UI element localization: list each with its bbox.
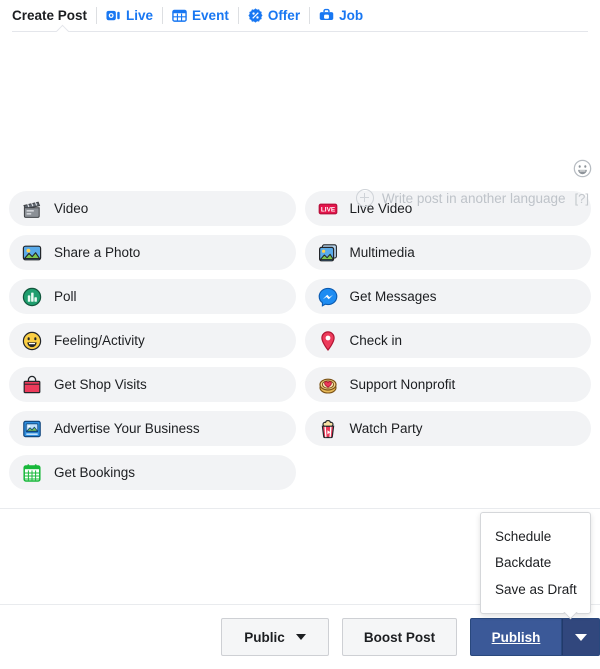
tab-create-post[interactable]: Create Post [12, 9, 96, 23]
publish-button-label: Publish [491, 629, 541, 645]
messenger-icon [317, 286, 339, 308]
clapperboard-icon [21, 198, 43, 220]
smiley-face-icon[interactable] [573, 159, 592, 178]
menu-item-schedule[interactable]: Schedule [481, 524, 590, 550]
write-in-another-language-row[interactable]: Write post in another language [?] [355, 189, 589, 207]
tab-live-label: Live [126, 7, 154, 23]
option-multimedia[interactable]: Multimedia [304, 235, 591, 270]
publish-button[interactable]: Publish [470, 618, 562, 656]
tab-live[interactable]: Live [96, 7, 162, 24]
tab-create-post-label: Create Post [12, 7, 88, 23]
option-watch-party-label: Watch Party [349, 420, 423, 436]
tab-event[interactable]: Event [162, 7, 238, 24]
publish-dropdown-button[interactable] [562, 618, 600, 656]
publish-options-menu: Schedule Backdate Save as Draft [480, 512, 591, 615]
boost-post-button[interactable]: Boost Post [342, 618, 457, 656]
briefcase-icon [319, 8, 334, 23]
post-options-grid: Video LIVE Live Video Share a Photo Mult… [0, 191, 600, 490]
option-get-bookings[interactable]: Get Bookings [9, 455, 296, 490]
option-poll-label: Poll [54, 288, 77, 304]
svg-text:LIVE: LIVE [320, 206, 335, 213]
audience-selector-button[interactable]: Public [221, 618, 329, 656]
composer-footer: Public Boost Post Publish [0, 605, 600, 669]
language-help-icon[interactable]: [?] [575, 191, 589, 206]
popcorn-icon [317, 418, 339, 440]
post-composer-area[interactable]: Write post in another language [?] [0, 31, 600, 207]
option-check-in[interactable]: Check in [304, 323, 591, 358]
tab-job-label: Job [339, 7, 364, 23]
menu-item-save-as-draft[interactable]: Save as Draft [481, 577, 590, 603]
option-poll[interactable]: Poll [9, 279, 296, 314]
location-pin-icon [317, 330, 339, 352]
menu-item-backdate[interactable]: Backdate [481, 550, 590, 576]
live-camera-icon [106, 8, 121, 23]
option-share-a-photo-label: Share a Photo [54, 244, 141, 260]
option-video[interactable]: Video [9, 191, 296, 226]
advertise-frame-icon [21, 418, 43, 440]
shopping-bag-icon [21, 374, 43, 396]
option-video-label: Video [54, 200, 89, 216]
option-watch-party[interactable]: Watch Party [304, 411, 591, 446]
option-advertise-your-business[interactable]: Advertise Your Business [9, 411, 296, 446]
chevron-down-icon [575, 633, 587, 641]
boost-post-label: Boost Post [363, 629, 436, 645]
content-footer-divider [0, 508, 600, 509]
option-get-shop-visits[interactable]: Get Shop Visits [9, 367, 296, 402]
calendar-grid-icon [172, 8, 187, 23]
percent-badge-icon [248, 8, 263, 23]
multimedia-stack-icon [317, 242, 339, 264]
calendar-icon [21, 462, 43, 484]
option-multimedia-label: Multimedia [349, 244, 415, 260]
option-check-in-label: Check in [349, 332, 403, 348]
composer-tab-bar: Create Post Live Event Offer Job [0, 0, 600, 32]
option-share-a-photo[interactable]: Share a Photo [9, 235, 296, 270]
option-feeling-activity-label: Feeling/Activity [54, 332, 145, 348]
smiley-emoji-icon [21, 330, 43, 352]
audience-selector-label: Public [244, 629, 285, 645]
nonprofit-heart-icon [317, 374, 339, 396]
poll-chart-icon [21, 286, 43, 308]
option-support-nonprofit-label: Support Nonprofit [349, 376, 456, 392]
tab-job[interactable]: Job [309, 7, 372, 24]
menu-pointer-tail [562, 612, 578, 621]
tab-offer[interactable]: Offer [237, 7, 309, 24]
option-get-messages-label: Get Messages [349, 288, 437, 304]
option-feeling-activity[interactable]: Feeling/Activity [9, 323, 296, 358]
option-get-shop-visits-label: Get Shop Visits [54, 376, 147, 392]
option-support-nonprofit[interactable]: Support Nonprofit [304, 367, 591, 402]
option-get-bookings-label: Get Bookings [54, 464, 136, 480]
option-get-messages[interactable]: Get Messages [304, 279, 591, 314]
tab-event-label: Event [192, 7, 229, 23]
tab-offer-label: Offer [267, 7, 301, 23]
photo-icon [21, 242, 43, 264]
option-advertise-your-business-label: Advertise Your Business [54, 420, 200, 436]
chevron-down-icon [295, 634, 306, 640]
live-badge-icon: LIVE [317, 198, 339, 220]
write-in-another-language-label: Write post in another language [381, 190, 566, 206]
plus-circle-icon [355, 189, 374, 207]
